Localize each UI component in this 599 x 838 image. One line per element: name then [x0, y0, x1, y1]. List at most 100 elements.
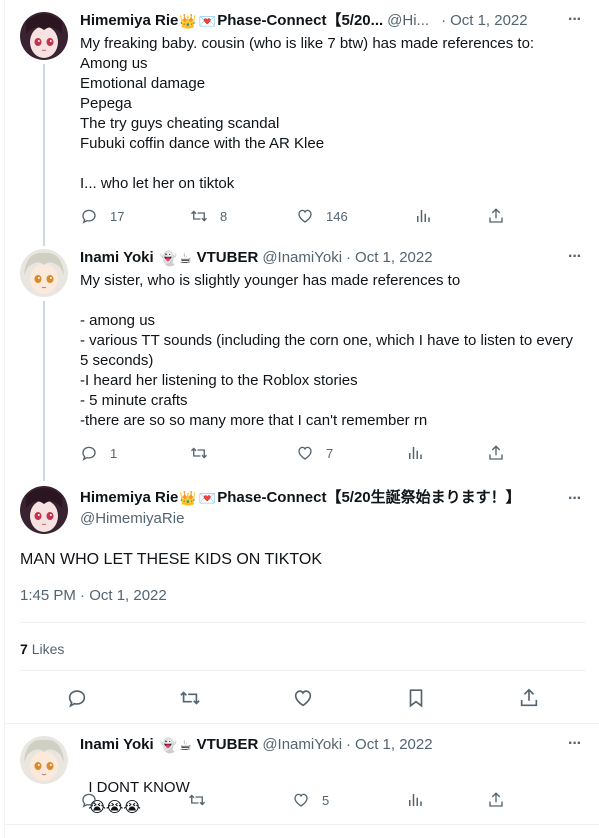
analytics-icon — [417, 210, 430, 222]
heart-icon — [294, 690, 312, 707]
views-button[interactable] — [406, 791, 424, 809]
avatar-inami-yoki[interactable] — [20, 249, 68, 297]
likes-label: Likes — [31, 641, 65, 657]
like-button[interactable]: 146 — [296, 207, 348, 225]
reply-button[interactable]: 1 — [80, 444, 117, 462]
share-icon — [520, 688, 538, 707]
main-tweet-header: Himemiya Rie 👑 💌 Phase-Connect【5/20生誕祭始ま… — [80, 488, 521, 508]
reply-count: 1 — [110, 445, 118, 461]
views-button[interactable] — [414, 207, 432, 225]
divider — [5, 824, 599, 825]
thread-line — [43, 301, 45, 481]
likes-summary[interactable]: 7 Likes — [20, 641, 64, 657]
reply-icon — [82, 446, 96, 461]
like-count: 5 — [322, 792, 330, 808]
retweet-button[interactable]: 8 — [190, 207, 227, 225]
reply-icon — [82, 209, 96, 224]
likes-count: 7 — [20, 641, 28, 657]
heart-letter-emoji: 💌 — [198, 490, 217, 506]
user-handle[interactable]: @HimemiyaRie — [80, 509, 184, 529]
share-icon — [489, 792, 503, 807]
display-name[interactable]: Himemiya Rie — [80, 488, 178, 508]
separator-dot: · — [346, 736, 352, 753]
display-name[interactable]: Inami Yoki — [80, 735, 154, 755]
display-name[interactable]: Inami Yoki — [80, 248, 154, 268]
ghost-emoji: 👻 — [159, 737, 178, 753]
bookmark-icon — [409, 689, 423, 708]
display-name-suffix[interactable]: Phase-Connect【5/20生誕祭始まります！】 — [217, 488, 520, 508]
share-icon — [489, 445, 503, 460]
avatar-himemiya-rie[interactable] — [20, 486, 68, 534]
analytics-icon — [409, 447, 422, 459]
display-name-suffix[interactable]: Phase-Connect【5/20... — [217, 11, 383, 31]
display-name-suffix[interactable]: VTUBER — [197, 735, 259, 755]
avatar-himemiya-rie[interactable] — [20, 12, 68, 60]
tweet-text-body: I DONT KNOW — [88, 779, 190, 796]
like-count: 7 — [326, 445, 334, 461]
ghost-emoji: 👻 — [159, 250, 178, 266]
retweet-icon — [180, 691, 200, 705]
main-tweet-timestamp[interactable]: 1:45 PM · Oct 1, 2022 — [20, 587, 167, 604]
timeline-border — [4, 0, 5, 838]
retweet-button[interactable] — [190, 444, 208, 462]
tweet-time[interactable]: Oct 1, 2022 — [355, 248, 433, 268]
views-button[interactable] — [406, 444, 424, 462]
tweet-time[interactable]: Oct 1, 2022 — [355, 735, 433, 755]
share-button[interactable] — [487, 444, 505, 462]
retweet-count: 8 — [220, 208, 228, 224]
user-handle[interactable]: @InamiYoki — [262, 248, 342, 268]
tweet-text: My sister, who is slightly younger has m… — [80, 272, 574, 429]
like-count: 146 — [326, 208, 348, 224]
main-tweet-text: MAN WHO LET THESE KIDS ON TIKTOK — [20, 551, 322, 568]
heart-icon — [298, 209, 312, 223]
main-retweet-button[interactable] — [179, 687, 201, 714]
like-button[interactable]: 5 — [292, 791, 329, 809]
avatar-inami-yoki[interactable] — [20, 736, 68, 784]
share-button[interactable] — [487, 791, 505, 809]
thread-line — [43, 64, 45, 246]
separator-dot: · — [441, 12, 447, 29]
reply-icon — [82, 793, 96, 808]
tweet-time[interactable]: Oct 1, 2022 — [450, 11, 528, 31]
separator-dot: · — [346, 249, 352, 266]
divider — [20, 622, 586, 623]
main-bookmark-button[interactable] — [405, 687, 427, 714]
main-reply-button[interactable] — [66, 687, 88, 714]
more-options-icon[interactable]: ··· — [568, 490, 582, 508]
tweet-text: My freaking baby. cousin (who is like 7 … — [80, 35, 535, 192]
main-tweet-handle-row: @HimemiyaRie — [80, 509, 184, 529]
share-icon — [489, 208, 503, 223]
display-name-suffix[interactable]: VTUBER — [197, 248, 259, 268]
retweet-icon — [189, 794, 205, 806]
retweet-icon — [191, 447, 207, 459]
reply-button[interactable] — [80, 791, 98, 809]
coffee-emoji: ☕ — [179, 737, 192, 753]
crown-emoji: 👑 — [179, 490, 197, 506]
divider — [20, 670, 586, 671]
analytics-icon — [409, 794, 422, 806]
reply-icon — [68, 690, 86, 708]
reply-button[interactable]: 17 — [80, 207, 124, 225]
heart-icon — [294, 793, 308, 807]
user-handle[interactable]: @Hi... — [387, 11, 429, 31]
tweet-header: Inami Yoki 👻 ☕ VTUBER @InamiYoki · Oct 1… — [80, 248, 433, 268]
retweet-icon — [191, 210, 207, 222]
tweet-header: Himemiya Rie 👑 💌 Phase-Connect【5/20... @… — [80, 11, 528, 31]
share-button[interactable] — [487, 207, 505, 225]
divider — [5, 723, 599, 724]
tweet-text: I DONT KNOW 😭😭😭 — [80, 758, 190, 818]
heart-icon — [298, 446, 312, 460]
more-options-icon[interactable]: ··· — [568, 735, 582, 753]
heart-letter-emoji: 💌 — [198, 13, 217, 29]
like-button[interactable]: 7 — [296, 444, 333, 462]
more-options-icon[interactable]: ··· — [568, 248, 582, 266]
more-options-icon[interactable]: ··· — [568, 11, 582, 29]
display-name[interactable]: Himemiya Rie — [80, 11, 178, 31]
retweet-button[interactable] — [188, 791, 206, 809]
tweet-header: Inami Yoki 👻 ☕ VTUBER @InamiYoki · Oct 1… — [80, 735, 433, 755]
crown-emoji: 👑 — [179, 13, 197, 29]
main-share-button[interactable] — [518, 687, 540, 714]
main-like-button[interactable] — [292, 687, 314, 714]
user-handle[interactable]: @InamiYoki — [262, 735, 342, 755]
reply-count: 17 — [110, 208, 125, 224]
